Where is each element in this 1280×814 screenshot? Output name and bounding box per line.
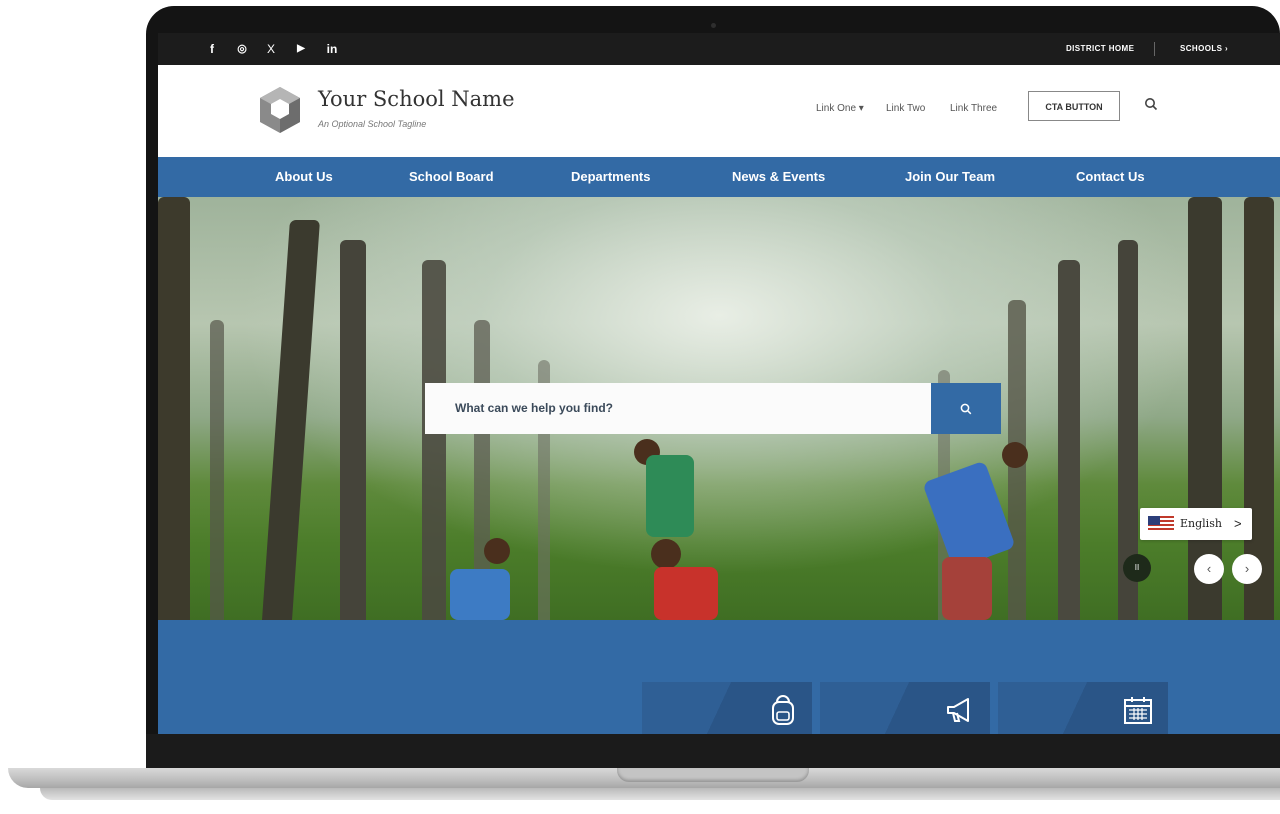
laptop-notch xyxy=(617,768,809,782)
child-figure xyxy=(1002,442,1028,468)
site-header: Your School Name An Optional School Tagl… xyxy=(158,65,1280,157)
child-figure xyxy=(942,557,992,620)
youtube-icon[interactable]: ▶ xyxy=(291,33,311,65)
quicklink-tile-backpack[interactable] xyxy=(642,682,812,734)
tree-trunk xyxy=(158,197,190,620)
laptop-camera xyxy=(711,23,716,28)
search-icon[interactable] xyxy=(1144,97,1158,111)
laptop-base-shadow xyxy=(40,788,1280,800)
site-search-field[interactable]: What can we help you find? xyxy=(425,383,931,434)
x-icon[interactable]: X xyxy=(261,33,281,65)
tree-trunk xyxy=(210,320,224,620)
district-home-link[interactable]: DISTRICT HOME xyxy=(1066,33,1134,65)
child-figure xyxy=(922,460,1016,570)
header-link-three[interactable]: Link Three xyxy=(950,103,997,114)
utility-bar: f ◎ X ▶ in DISTRICT HOME SCHOOLS › xyxy=(158,33,1280,65)
school-logo-icon[interactable] xyxy=(256,85,304,135)
school-name[interactable]: Your School Name xyxy=(318,87,515,111)
tree-trunk xyxy=(340,240,366,620)
laptop-bezel-bottom xyxy=(146,734,1280,770)
tree-trunk xyxy=(1058,260,1080,620)
nav-departments[interactable]: Departments xyxy=(571,157,650,197)
school-tagline: An Optional School Tagline xyxy=(318,119,427,129)
linkedin-icon[interactable]: in xyxy=(322,33,342,65)
pause-icon[interactable]: II xyxy=(1123,554,1151,582)
megaphone-icon xyxy=(947,698,969,722)
hero-banner: What can we help you find? English > II … xyxy=(158,197,1280,620)
quicklink-tile-megaphone[interactable] xyxy=(820,682,990,734)
header-link-two[interactable]: Link Two xyxy=(886,103,925,114)
child-figure xyxy=(654,567,718,620)
calendar-icon xyxy=(1124,697,1152,724)
language-selector[interactable]: English > xyxy=(1140,508,1252,540)
child-figure xyxy=(651,539,681,569)
quicklinks-section xyxy=(158,620,1280,734)
main-navigation: About Us School Board Departments News &… xyxy=(158,157,1280,197)
backpack-icon xyxy=(772,695,794,725)
instagram-icon[interactable]: ◎ xyxy=(232,33,252,65)
nav-news-events[interactable]: News & Events xyxy=(732,157,825,197)
schools-dropdown[interactable]: SCHOOLS › xyxy=(1180,33,1228,65)
facebook-icon[interactable]: f xyxy=(202,33,222,65)
child-figure xyxy=(646,455,694,537)
quicklink-tile-calendar[interactable] xyxy=(998,682,1168,734)
tree-trunk xyxy=(262,220,320,620)
chevron-right-icon: > xyxy=(1234,516,1242,531)
search-button[interactable] xyxy=(931,383,1001,434)
nav-about-us[interactable]: About Us xyxy=(275,157,333,197)
nav-contact-us[interactable]: Contact Us xyxy=(1076,157,1145,197)
header-link-one[interactable]: Link One ▾ xyxy=(816,103,864,114)
search-icon xyxy=(960,403,972,415)
utility-divider xyxy=(1154,42,1155,56)
search-placeholder: What can we help you find? xyxy=(455,401,614,415)
child-figure xyxy=(450,569,510,620)
nav-join-our-team[interactable]: Join Our Team xyxy=(905,157,995,197)
us-flag-icon xyxy=(1148,516,1174,532)
website-screen: f ◎ X ▶ in DISTRICT HOME SCHOOLS › Your … xyxy=(158,33,1280,734)
child-figure xyxy=(484,538,510,564)
tree-trunk xyxy=(422,260,446,620)
cta-button[interactable]: CTA BUTTON xyxy=(1028,91,1120,121)
language-label: English xyxy=(1180,517,1222,530)
previous-slide-icon[interactable]: ‹ xyxy=(1194,554,1224,584)
next-slide-icon[interactable]: › xyxy=(1232,554,1262,584)
nav-school-board[interactable]: School Board xyxy=(409,157,494,197)
